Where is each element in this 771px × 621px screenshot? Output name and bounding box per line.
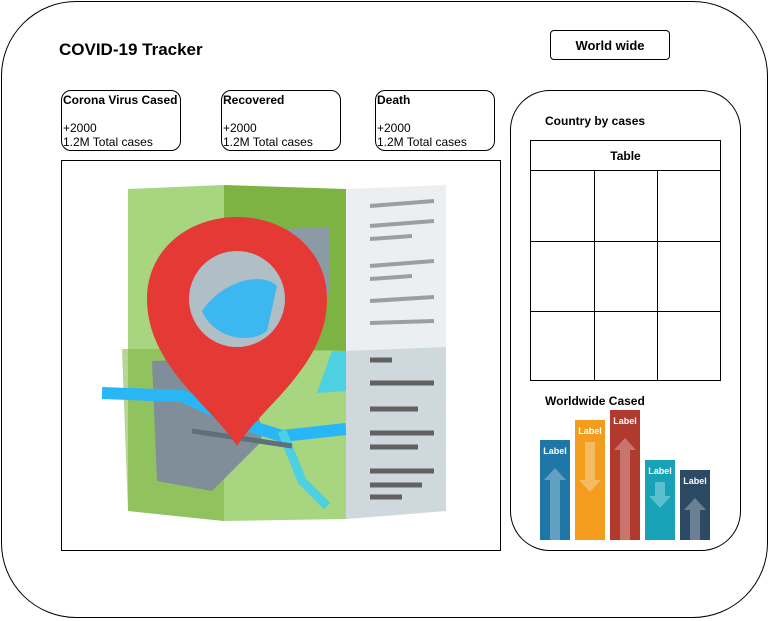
- stat-total: 1.2M Total cases: [63, 135, 153, 149]
- stat-label: Corona Virus Cased: [63, 93, 178, 107]
- stat-delta: +2000: [223, 121, 257, 135]
- map-pin-icon: [101, 185, 446, 521]
- map-view[interactable]: [61, 160, 501, 551]
- stat-total: 1.2M Total cases: [377, 135, 467, 149]
- table-divider: [531, 241, 720, 242]
- chart-bar-label: Label: [543, 446, 567, 456]
- table-header: Table: [531, 141, 720, 171]
- app-title: COVID-19 Tracker: [59, 40, 203, 59]
- stat-card-death[interactable]: Death +2000 1.2M Total cases: [375, 90, 495, 151]
- stat-card-cases[interactable]: Corona Virus Cased +2000 1.2M Total case…: [61, 90, 181, 151]
- stat-delta: +2000: [377, 121, 411, 135]
- chart-bar-label: Label: [613, 416, 637, 426]
- stat-label: Death: [377, 93, 411, 107]
- world-wide-button[interactable]: World wide: [550, 30, 670, 60]
- stat-total: 1.2M Total cases: [223, 135, 313, 149]
- stat-label: Recovered: [223, 93, 285, 107]
- country-table[interactable]: Table: [530, 140, 721, 381]
- table-divider: [657, 171, 658, 380]
- chart-bar-label: Label: [578, 426, 602, 436]
- stat-card-recovered[interactable]: Recovered +2000 1.2M Total cases: [221, 90, 341, 151]
- chart-bar-label: Label: [648, 466, 672, 476]
- country-cases-title: Country by cases: [545, 114, 646, 128]
- chart-bar-label: Label: [683, 476, 707, 486]
- table-divider: [594, 171, 595, 380]
- worldwide-bar-chart: Label Label Label Label Label: [540, 410, 710, 540]
- stat-delta: +2000: [63, 121, 97, 135]
- table-divider: [531, 311, 720, 312]
